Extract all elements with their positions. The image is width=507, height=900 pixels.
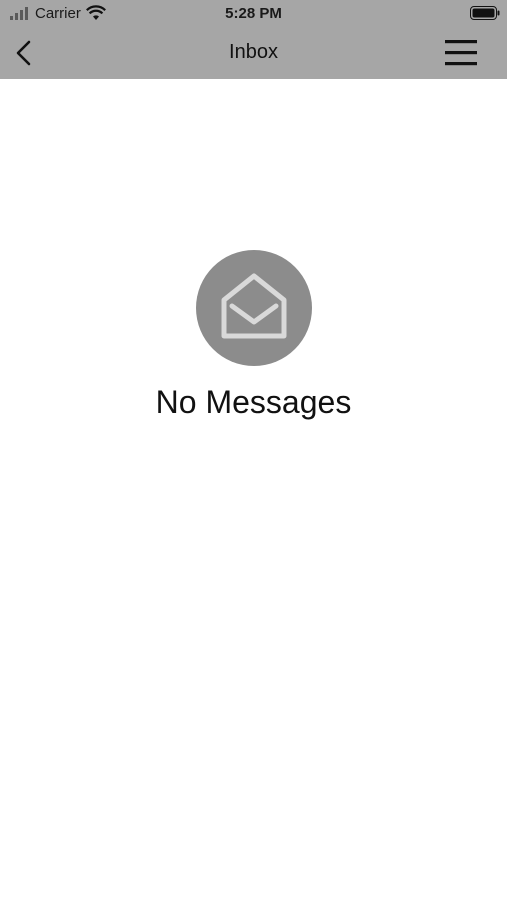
open-envelope-icon	[221, 273, 286, 339]
empty-icon-circle	[195, 250, 312, 366]
empty-state: No Messages	[0, 250, 507, 421]
hamburger-menu-icon	[445, 40, 477, 66]
top-bar: Carrier 5:28 PM Inbox	[0, 0, 507, 79]
menu-button[interactable]	[441, 38, 481, 68]
status-bar: Carrier 5:28 PM	[0, 0, 507, 28]
empty-state-label: No Messages	[155, 384, 352, 420]
status-time: 5:28 PM	[225, 5, 282, 22]
page-title: Inbox	[229, 41, 278, 63]
navigation-bar: Inbox	[0, 28, 507, 79]
battery-icon	[470, 6, 500, 20]
